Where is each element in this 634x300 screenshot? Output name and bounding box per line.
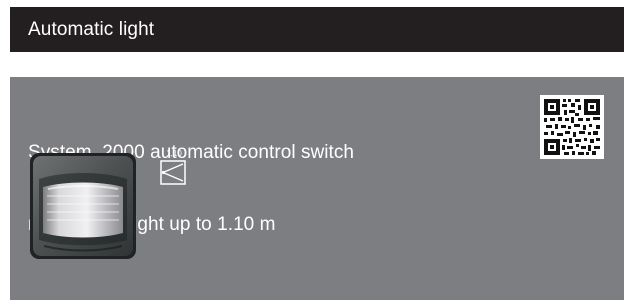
header-bar: Automatic light bbox=[10, 7, 624, 52]
motion-detector-device-icon bbox=[30, 153, 136, 259]
qr-code-icon bbox=[540, 95, 604, 159]
header-title: Automatic light bbox=[28, 19, 155, 40]
page: Automatic light System 2000 automatic co… bbox=[0, 0, 634, 300]
mounting-height-diagram: 1,10 bbox=[158, 149, 190, 189]
mounting-height-label: 1,10 bbox=[166, 149, 182, 158]
product-panel: System 2000 automatic control switch mou… bbox=[10, 77, 624, 300]
mounting-height-icon bbox=[160, 160, 186, 185]
